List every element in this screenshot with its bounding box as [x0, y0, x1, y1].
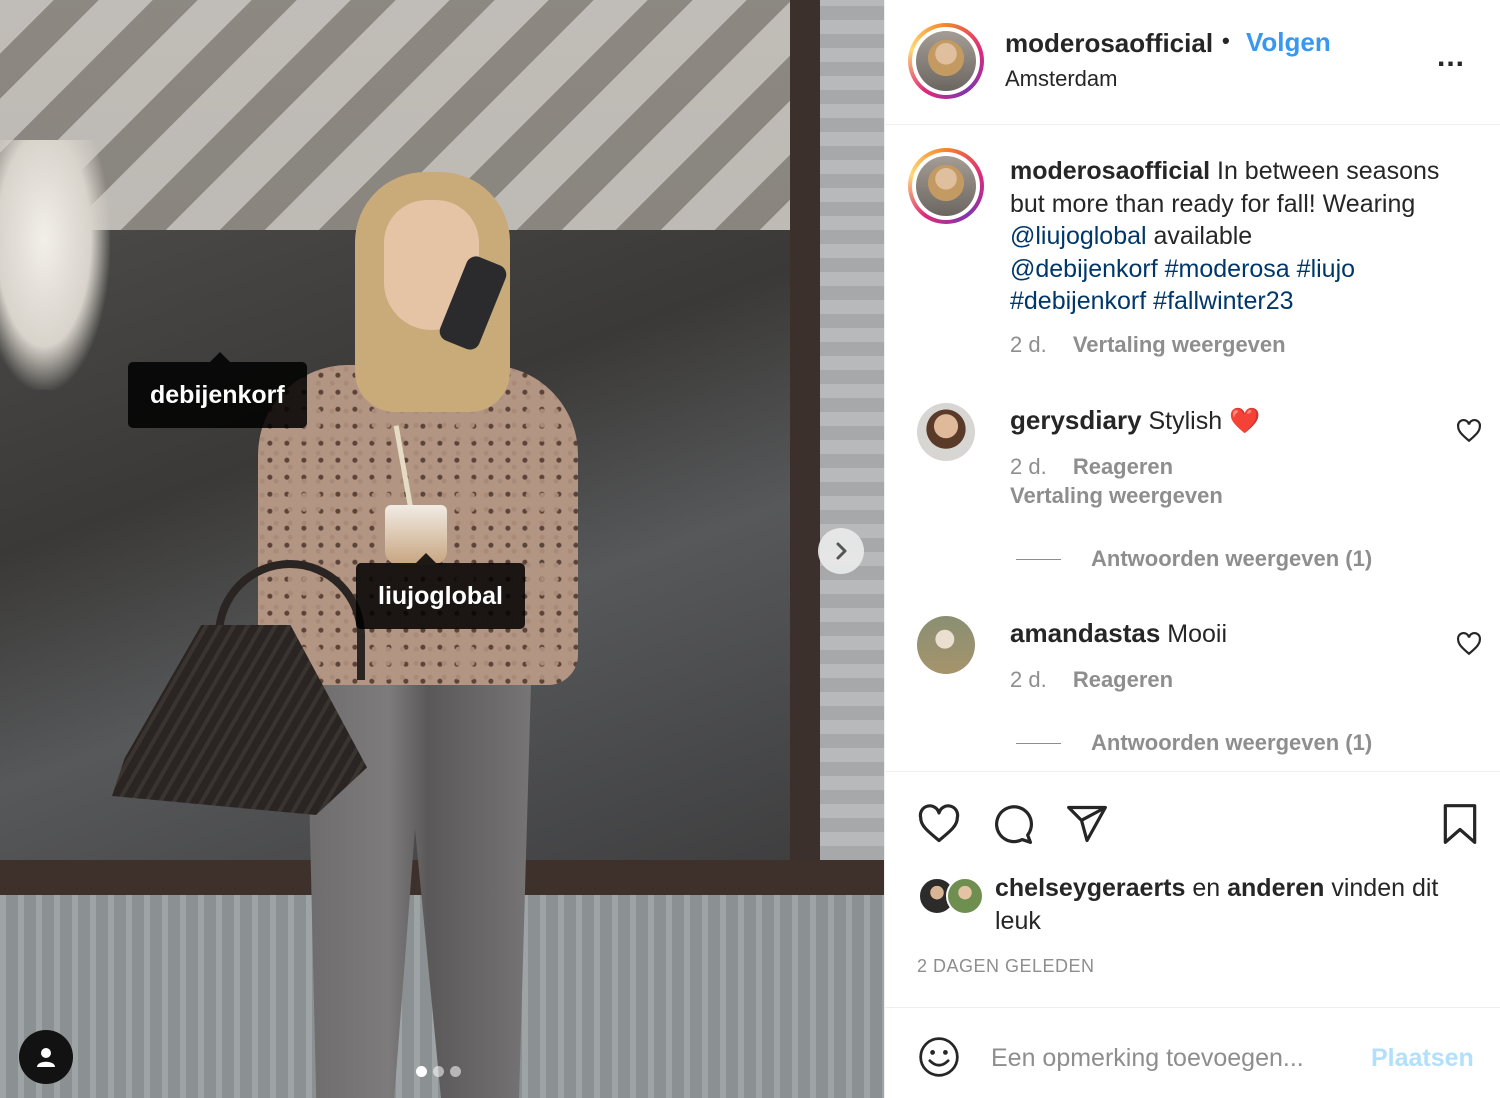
emoji-icon[interactable]: [917, 1035, 961, 1079]
comment-time: 2 d.: [1010, 454, 1047, 479]
header-separator: •: [1222, 28, 1230, 53]
post-timestamp[interactable]: 2 DAGEN GELEDEN: [917, 956, 1095, 977]
caption-time: 2 d.: [1010, 332, 1047, 357]
follow-button[interactable]: Volgen: [1246, 27, 1331, 58]
avatar: [946, 877, 984, 915]
likes-others[interactable]: anderen: [1227, 874, 1324, 902]
tagged-users-button[interactable]: [19, 1030, 73, 1084]
replies-divider: [1016, 558, 1061, 560]
header-username[interactable]: moderosaofficial: [1005, 28, 1213, 59]
hashtag-moderosa[interactable]: #moderosa: [1165, 255, 1290, 283]
comment-like-heart-icon[interactable]: [1456, 631, 1482, 657]
window-frame: [790, 0, 820, 880]
caption-username[interactable]: moderosaofficial: [1010, 157, 1210, 185]
chevron-right-icon: [836, 542, 847, 560]
carousel-dot-active: [416, 1066, 427, 1077]
comment-text: gerysdiary Stylish ❤️: [1010, 405, 1260, 436]
comment-meta: 2 d. Reageren: [1010, 667, 1173, 693]
hashtag-debijenkorf[interactable]: #debijenkorf: [1010, 287, 1146, 315]
user-tag-icon: [37, 1048, 55, 1067]
carousel-dot: [450, 1066, 461, 1077]
comment-username[interactable]: gerysdiary: [1010, 405, 1142, 435]
view-replies-label: Antwoorden weergeven (1): [1091, 546, 1373, 571]
likes-text: chelseygeraerts en anderen vinden dit le…: [995, 872, 1475, 937]
location-link[interactable]: Amsterdam: [1005, 66, 1117, 92]
view-replies-button[interactable]: Antwoorden weergeven (1): [1016, 546, 1372, 572]
likes-user[interactable]: chelseygeraerts: [995, 874, 1185, 902]
caption-avatar[interactable]: [908, 148, 984, 224]
avatar[interactable]: [908, 23, 984, 99]
lamp: [0, 140, 110, 390]
replies-divider: [1016, 742, 1061, 744]
add-comment-bar: Plaatsen: [885, 1007, 1500, 1098]
share-icon[interactable]: [1065, 802, 1109, 846]
likes-connector: en: [1192, 874, 1221, 902]
post-actions: chelseygeraerts en anderen vinden dit le…: [885, 771, 1500, 1007]
comment-avatar[interactable]: [917, 403, 975, 461]
caption-translate-button[interactable]: Vertaling weergeven: [1073, 332, 1286, 357]
post-header: moderosaofficial • Volgen Amsterdam ...: [885, 0, 1500, 125]
carousel-dot: [433, 1066, 444, 1077]
comment-reply-button[interactable]: Reageren: [1073, 454, 1173, 479]
hashtag-fallwinter23[interactable]: #fallwinter23: [1153, 287, 1293, 315]
caption-text: moderosaofficial In between seasons but …: [1010, 155, 1470, 318]
bookmark-icon[interactable]: [1438, 802, 1482, 846]
view-replies-label: Antwoorden weergeven (1): [1091, 730, 1373, 755]
post-comment-button[interactable]: Plaatsen: [1371, 1044, 1474, 1073]
comment-input[interactable]: [991, 1038, 1351, 1078]
view-replies-button[interactable]: Antwoorden weergeven (1): [1016, 730, 1372, 756]
caption-meta: 2 d. Vertaling weergeven: [1010, 332, 1286, 358]
comment-body: Stylish: [1148, 407, 1223, 435]
post-photo[interactable]: debijenkorf liujoglobal: [0, 0, 884, 1098]
comment-username[interactable]: amandastas: [1010, 618, 1160, 648]
liker-avatars: [918, 877, 990, 915]
comment-translate-button[interactable]: Vertaling weergeven: [1010, 483, 1223, 509]
comment-body: Mooii: [1167, 620, 1228, 648]
comment-time: 2 d.: [1010, 667, 1047, 692]
red-heart-emoji: ❤️: [1229, 407, 1261, 435]
comment-reply-button[interactable]: Reageren: [1073, 667, 1173, 692]
caption-body-2: available: [1146, 222, 1253, 250]
comment-icon[interactable]: [991, 802, 1035, 846]
comment-like-heart-icon[interactable]: [1456, 418, 1482, 444]
mention-liujoglobal[interactable]: @liujoglobal: [1010, 222, 1147, 250]
post-details-panel: moderosaofficial • Volgen Amsterdam ... …: [884, 0, 1500, 1098]
heart-icon[interactable]: [917, 802, 961, 846]
product-tag-debijenkorf[interactable]: debijenkorf: [128, 352, 307, 428]
more-icon[interactable]: ...: [1437, 42, 1465, 72]
comment-meta: 2 d. Reageren: [1010, 454, 1173, 480]
mention-debijenkorf[interactable]: @debijenkorf: [1010, 255, 1158, 283]
hashtag-liujo[interactable]: #liujo: [1297, 255, 1355, 283]
next-slide-button[interactable]: [818, 528, 864, 574]
carousel-indicator: [416, 1066, 461, 1077]
comment-avatar[interactable]: [917, 616, 975, 674]
comment-text: amandastas Mooii: [1010, 618, 1227, 649]
product-tag-liujoglobal[interactable]: liujoglobal: [356, 553, 525, 629]
